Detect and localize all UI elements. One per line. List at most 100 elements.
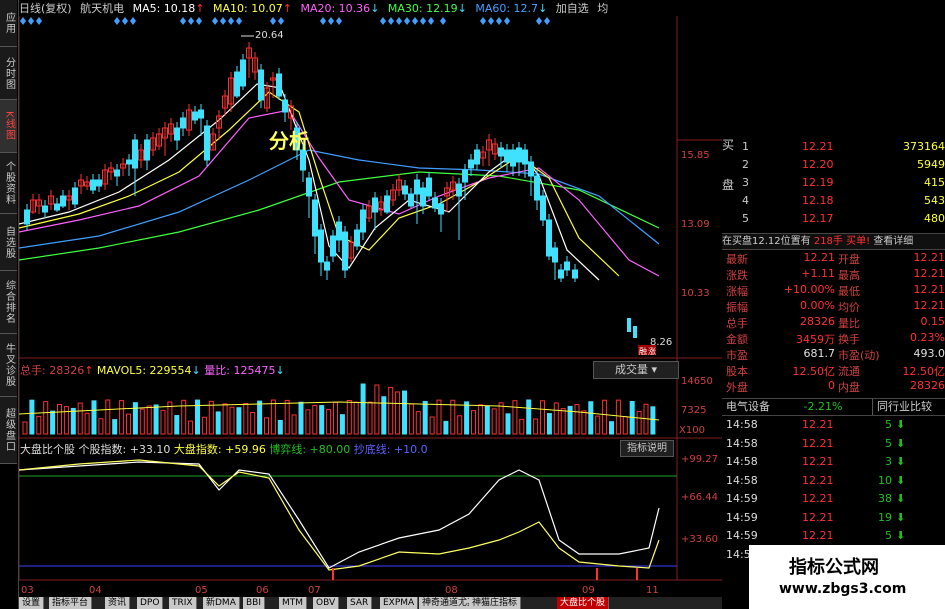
tab-3[interactable]: DPO — [137, 597, 164, 609]
tick-time: 14:58 — [726, 455, 758, 468]
volume-bar — [388, 386, 394, 435]
bid-row[interactable]: 2 12.20 5949 — [722, 158, 945, 174]
volume-bar — [491, 408, 497, 435]
stat-label: 换手 — [838, 333, 860, 346]
bid-row[interactable]: 5 12.17 480 — [722, 212, 945, 228]
stat-row: 最新 12.21 开盘 12.21 — [722, 251, 945, 267]
volume-average-line — [19, 401, 660, 421]
tab-6[interactable]: BBI — [243, 597, 266, 609]
sector-name[interactable]: 电气设备 — [726, 400, 770, 413]
down-arrow-icon: ⬇ — [896, 455, 906, 468]
volume-selector-button[interactable]: 成交量 ▾ — [593, 361, 679, 379]
volume-bar — [201, 416, 207, 435]
volume-bar — [153, 404, 159, 435]
volume-bar — [139, 408, 145, 435]
stat-label: 涨幅 — [726, 285, 748, 298]
volume-bar — [160, 409, 166, 435]
bid-volume: 373164 — [903, 140, 945, 153]
sidebar-item-profile[interactable]: 个股资料 — [0, 153, 17, 214]
bid-row[interactable]: 3 12.19 415 — [722, 176, 945, 192]
signal-diamond — [278, 17, 284, 25]
stat-value: 12.21 — [913, 267, 945, 280]
indicator-help-button[interactable]: 指标说明 — [620, 440, 674, 457]
tick-volume: 5 — [885, 418, 892, 431]
signal-diamond — [496, 17, 502, 25]
tick-row: 14:59 12.21 19 ⬇ — [722, 511, 945, 527]
volume-bar — [464, 401, 470, 435]
sidebar-item-kline[interactable]: K线图 — [0, 100, 17, 153]
volume-bar — [595, 415, 601, 435]
volume-scale-mid: 7325 — [681, 405, 706, 416]
volume-bar — [374, 384, 380, 435]
stat-row: 涨跌 +1.11 最高 12.21 — [722, 267, 945, 283]
view-detail-link[interactable]: 查看详细 — [873, 236, 913, 247]
stat-label: 量比 — [838, 317, 860, 330]
tab-7[interactable]: MTM — [279, 597, 308, 609]
stock-index-value: 个股指数: +33.10 — [78, 443, 171, 456]
tab-13[interactable]: 大盘比个股 — [557, 597, 610, 609]
tab-4[interactable]: TRIX — [169, 597, 197, 609]
tab-5[interactable]: 新DMA — [203, 597, 240, 609]
signal-diamond — [114, 17, 120, 25]
volume-bar — [84, 412, 90, 435]
candle-body — [300, 149, 306, 171]
high-price-label: 20.64 — [255, 30, 284, 41]
sidebar-item-favorites[interactable]: 自选股 — [0, 214, 17, 271]
stat-label: 市盈 — [726, 349, 748, 362]
volume-scale-unit: X100 — [679, 425, 705, 436]
sidebar-item-timeshare[interactable]: 分时图 — [0, 47, 17, 100]
signal-diamond — [412, 17, 418, 25]
volume-bar — [560, 408, 566, 435]
candle-body — [498, 147, 504, 157]
market-index-value: 大盘指数: +59.96 — [173, 443, 266, 456]
watermark-box: 指标公式网 www.zbgs3.com — [749, 545, 945, 609]
stat-row: 涨幅 +10.00% 最低 12.21 — [722, 283, 945, 299]
tab-1[interactable]: 指标平台 — [49, 597, 93, 609]
stat-value: +10.00% — [783, 283, 835, 296]
candle-body — [306, 177, 312, 197]
stat-value: 0.23% — [910, 331, 945, 344]
sidebar-item-super-pankou[interactable]: 超级盘口 — [0, 397, 17, 464]
volume-bar — [484, 405, 490, 435]
industry-compare-button[interactable]: 同行业比较 — [872, 399, 932, 415]
tab-8[interactable]: OBV — [313, 597, 340, 609]
candle-body — [180, 117, 186, 129]
bid-price: 12.20 — [802, 158, 834, 171]
bid-level: 1 — [742, 140, 749, 153]
volume-bar — [264, 417, 269, 435]
candle-body — [402, 185, 408, 195]
sidebar-item-diagnose[interactable]: 牛叉诊股 — [0, 334, 17, 397]
candle-body — [240, 59, 246, 87]
tab-10[interactable]: EXPMA — [380, 597, 419, 609]
candle-body — [282, 99, 288, 113]
volume-header: 总手: 28326↑ MAVOL5: 229554↓ 量比: 125475↓ — [20, 362, 285, 378]
sidebar-item-app[interactable]: 应用 — [0, 0, 17, 47]
tab-9[interactable]: SAR — [347, 597, 373, 609]
rise-tag: 涨 — [648, 346, 656, 356]
volume-bar — [436, 399, 442, 435]
sidebar-item-ranking[interactable]: 综合排名 — [0, 271, 17, 334]
bid-row[interactable]: 4 12.18 543 — [722, 194, 945, 210]
indicator-title: 大盘比个股 — [20, 443, 75, 456]
tick-row: 14:58 12.21 3 ⬇ — [722, 455, 945, 471]
tick-volume: 10 — [878, 473, 892, 487]
tick-price: 12.21 — [802, 529, 834, 542]
down-arrow-icon: ⬇ — [896, 418, 906, 431]
tab-12[interactable]: 神猫庄指标 — [469, 597, 522, 609]
tab-0[interactable]: 设置 — [19, 597, 45, 609]
volume-bar — [395, 391, 401, 435]
kline-chart[interactable]: 20.64 8.26 分析 融 涨 15.85 13.09 10.33 1465… — [19, 0, 722, 597]
candle-body — [432, 197, 438, 209]
bid-volume: 480 — [924, 212, 945, 225]
stat-label: 均价 — [838, 301, 860, 314]
tab-2[interactable]: 资讯 — [105, 597, 131, 609]
tick-row: 14:58 12.21 5 ⬇ — [722, 418, 945, 434]
volume-bar — [574, 404, 580, 435]
signal-diamond — [20, 17, 26, 25]
stat-row: 市盈 681.7 市盈(动) 493.0 — [722, 347, 945, 363]
bid-volume: 543 — [924, 194, 945, 207]
signal-diamond — [236, 17, 242, 25]
bid-row[interactable]: 1 12.21 373164 — [722, 140, 945, 156]
candle-body — [132, 139, 138, 169]
candle-body — [438, 203, 444, 215]
